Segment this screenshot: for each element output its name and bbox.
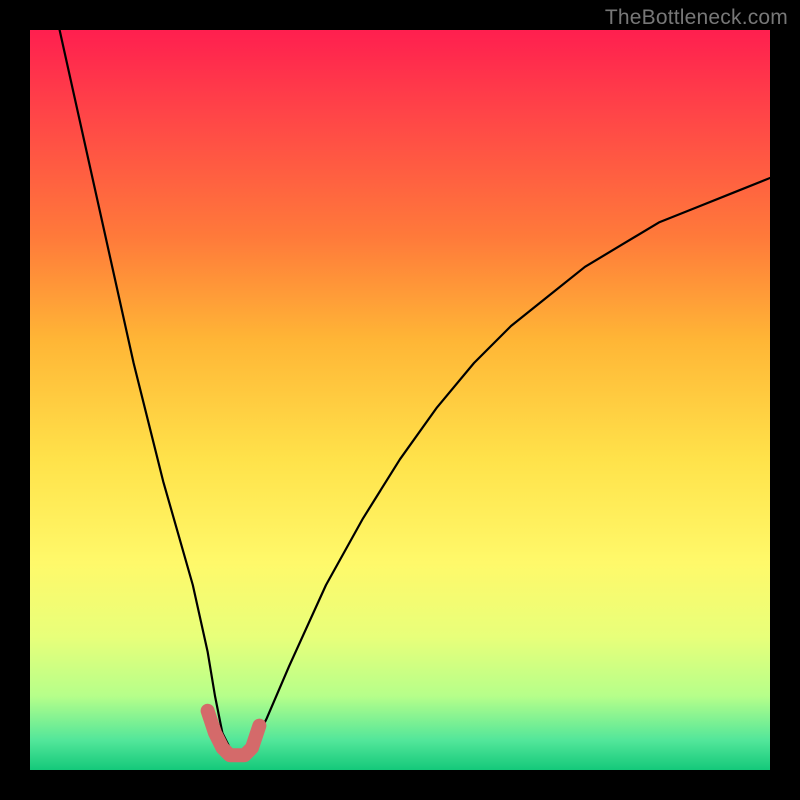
bottleneck-curve-path xyxy=(60,30,770,755)
chart-svg xyxy=(30,30,770,770)
chart-plot-area xyxy=(30,30,770,770)
watermark-text: TheBottleneck.com xyxy=(605,6,788,30)
optimal-zone-path xyxy=(208,711,260,755)
outer-frame: TheBottleneck.com xyxy=(0,0,800,800)
